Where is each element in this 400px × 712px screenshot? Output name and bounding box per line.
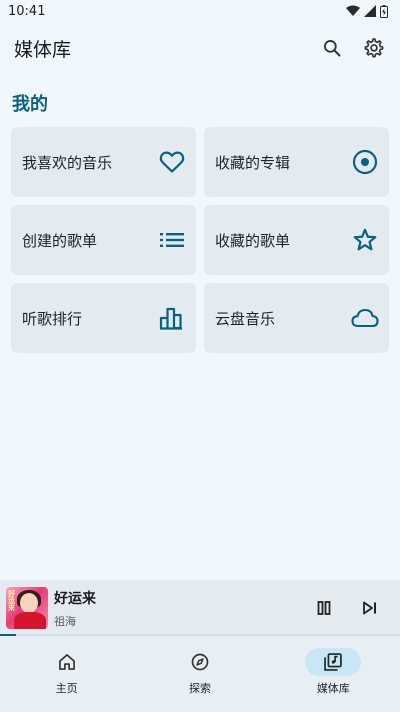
card-label: 云盘音乐 xyxy=(215,309,276,328)
search-icon xyxy=(324,40,341,57)
card-liked-music[interactable]: 我喜欢的音乐 xyxy=(11,127,196,197)
card-listening-ranking[interactable]: 听歌排行 xyxy=(11,283,196,353)
nav-label: 探索 xyxy=(188,682,211,695)
wifi-icon xyxy=(346,5,360,16)
card-label: 收藏的专辑 xyxy=(215,153,291,172)
card-saved-playlists[interactable]: 收藏的歌单 xyxy=(204,205,389,275)
status-bar: 10:41 xyxy=(0,0,400,22)
settings-button[interactable] xyxy=(362,36,386,60)
album-cover-text: 好运来 xyxy=(8,590,15,612)
home-icon xyxy=(58,654,75,670)
bar-chart-icon xyxy=(158,304,186,332)
mini-player[interactable]: 好运来 好运来 祖海 xyxy=(0,580,400,636)
heart-icon xyxy=(158,148,186,176)
library-icon xyxy=(324,653,343,671)
cloud-icon xyxy=(351,304,379,332)
album-disc-icon xyxy=(351,148,379,176)
gesture-bar-area xyxy=(0,706,400,712)
next-button[interactable] xyxy=(358,596,382,620)
card-cloud-music[interactable]: 云盘音乐 xyxy=(204,283,389,353)
card-created-playlists[interactable]: 创建的歌单 xyxy=(11,205,196,275)
compass-icon xyxy=(191,653,209,671)
list-icon xyxy=(158,226,186,254)
nav-label: 主页 xyxy=(55,682,78,695)
search-button[interactable] xyxy=(320,36,344,60)
card-label: 创建的歌单 xyxy=(22,231,98,250)
pause-icon xyxy=(317,601,331,615)
pause-button[interactable] xyxy=(312,596,336,620)
signal-icon xyxy=(364,5,376,17)
song-title: 好运来 xyxy=(54,590,96,607)
my-library-grid: 我喜欢的音乐 收藏的专辑 创建的歌单 收藏的歌单 听歌排行 云盘音乐 xyxy=(11,127,389,353)
card-saved-albums[interactable]: 收藏的专辑 xyxy=(204,127,389,197)
app-bar: 媒体库 xyxy=(0,22,400,74)
status-time: 10:41 xyxy=(8,3,46,19)
nav-library[interactable]: 媒体库 xyxy=(267,636,400,706)
nav-home[interactable]: 主页 xyxy=(0,636,133,706)
page-title: 媒体库 xyxy=(14,38,72,61)
song-info: 好运来 祖海 xyxy=(54,588,312,629)
status-icons xyxy=(346,4,388,18)
card-label: 听歌排行 xyxy=(22,309,83,328)
song-artist: 祖海 xyxy=(54,614,76,628)
star-icon xyxy=(351,226,379,254)
bottom-nav: 主页 探索 媒体库 xyxy=(0,636,400,706)
card-label: 我喜欢的音乐 xyxy=(22,153,113,172)
album-cover[interactable]: 好运来 xyxy=(6,587,48,629)
skip-next-icon xyxy=(363,601,376,615)
gear-icon xyxy=(364,38,384,58)
section-title: 我的 xyxy=(12,94,48,115)
battery-icon xyxy=(380,4,388,18)
nav-explore[interactable]: 探索 xyxy=(133,636,266,706)
nav-label: 媒体库 xyxy=(316,682,350,695)
card-label: 收藏的歌单 xyxy=(215,231,291,250)
